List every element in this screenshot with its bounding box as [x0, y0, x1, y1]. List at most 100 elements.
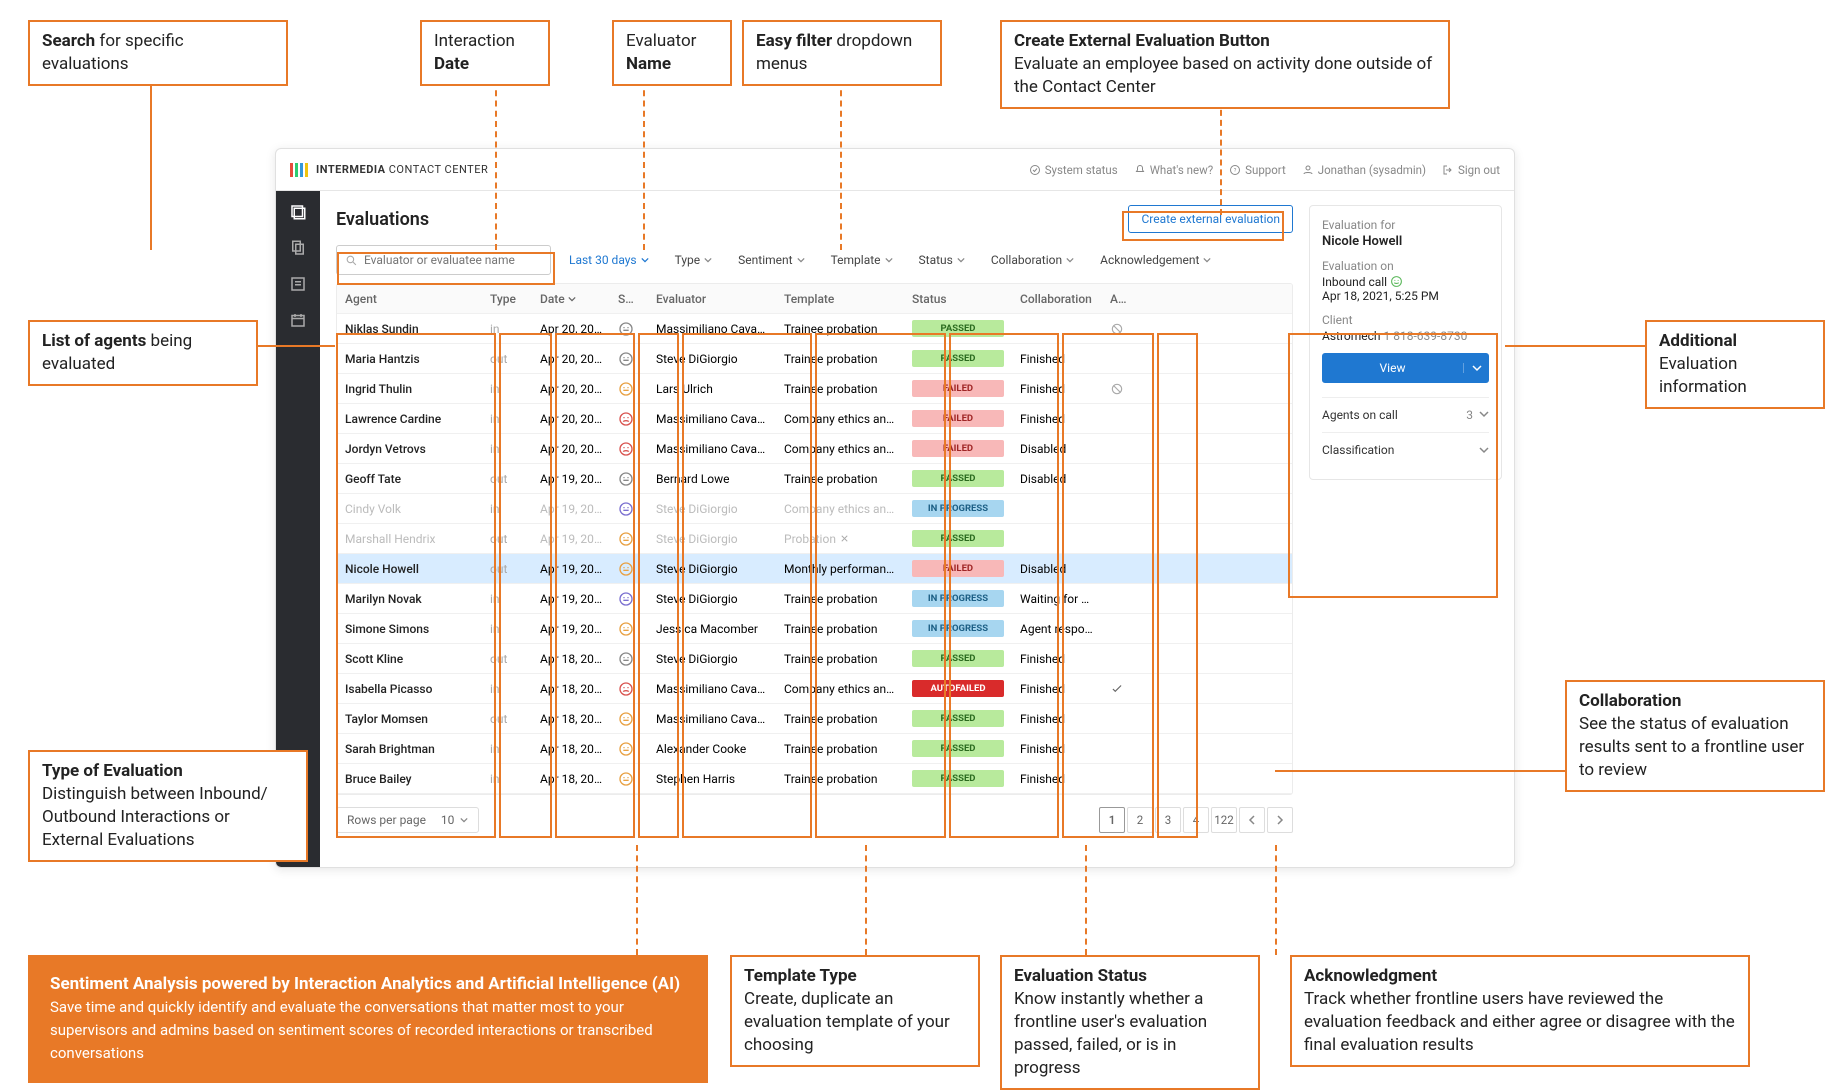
- sentiment-icon: [618, 411, 634, 427]
- nav-evaluations-icon[interactable]: [289, 203, 307, 221]
- status-badge: FAILED: [912, 560, 1004, 577]
- link-system-status[interactable]: System status: [1029, 163, 1118, 177]
- cell-sentiment: [610, 675, 648, 703]
- cell-evaluator: Steve DiGiorgio: [648, 346, 776, 372]
- th-sen[interactable]: Sen.: [610, 286, 648, 312]
- cell-agent: Cindy Volk: [337, 496, 482, 522]
- cell-evaluator: Stephen Harris: [648, 766, 776, 792]
- status-badge: PASSED: [912, 470, 1004, 487]
- table-row[interactable]: Taylor Momsen out Apr 18, 2020 Massimili…: [337, 704, 1292, 734]
- th-template[interactable]: Template: [776, 286, 904, 312]
- cell-ack: [1102, 653, 1140, 665]
- page-button[interactable]: 2: [1127, 807, 1153, 833]
- nav-calendar-icon[interactable]: [289, 311, 307, 329]
- block-icon: [1110, 382, 1124, 396]
- status-badge: FAILED: [912, 380, 1004, 397]
- cell-collab: Finished: [1012, 736, 1102, 762]
- cell-date: Apr 19, 2020: [532, 556, 610, 582]
- table-row[interactable]: Geoff Tate out Apr 19, 2020 Bernard Lowe…: [337, 464, 1292, 494]
- page-button[interactable]: 4: [1183, 807, 1209, 833]
- link-support[interactable]: ? Support: [1229, 163, 1286, 177]
- detail-lbl-for: Evaluation for: [1322, 218, 1489, 232]
- table-row[interactable]: Bruce Bailey in Apr 18, 2020 Stephen Har…: [337, 764, 1292, 794]
- table-row[interactable]: Scott Kline out Apr 18, 2020 Steve DiGio…: [337, 644, 1292, 674]
- cell-date: Apr 19, 2020: [532, 586, 610, 612]
- accordion-classification[interactable]: Classification: [1322, 432, 1489, 467]
- sentiment-icon: [618, 741, 634, 757]
- filter-status[interactable]: Status: [911, 247, 973, 273]
- link-whats-new[interactable]: What's new?: [1134, 163, 1213, 177]
- table-row[interactable]: Niklas Sundin in Apr 20, 2020 Massimilia…: [337, 314, 1292, 344]
- filter-template[interactable]: Template: [823, 247, 901, 273]
- callout-create: Create External Evaluation ButtonEvaluat…: [1000, 20, 1450, 109]
- sentiment-icon: [618, 471, 634, 487]
- table-row[interactable]: Maria Hantzis out Apr 20, 2020 Steve DiG…: [337, 344, 1292, 374]
- cell-agent: Scott Kline: [337, 646, 482, 672]
- table-row[interactable]: Marshall Hendrix out Apr 19, 2020 Steve …: [337, 524, 1292, 554]
- chevron-down-icon: [1479, 445, 1489, 455]
- accordion-agents-on-call[interactable]: Agents on call 3: [1322, 397, 1489, 432]
- th-ack[interactable]: Ack.: [1102, 286, 1140, 312]
- nav-list-icon[interactable]: [289, 275, 307, 293]
- table-row[interactable]: Isabella Picasso in Apr 18, 2020 Massimi…: [337, 674, 1292, 704]
- cell-date: Apr 18, 2020: [532, 706, 610, 732]
- table-row[interactable]: Jordyn Vetrovs in Apr 20, 2020 Massimili…: [337, 434, 1292, 464]
- callout-filters: Easy filter dropdown menus: [742, 20, 942, 86]
- filter-collaboration[interactable]: Collaboration: [983, 247, 1082, 273]
- cell-ack: [1102, 503, 1140, 515]
- th-type[interactable]: Type: [482, 286, 532, 312]
- th-evaluator[interactable]: Evaluator: [648, 286, 776, 312]
- cell-type: out: [482, 466, 532, 492]
- page-button[interactable]: 122: [1211, 807, 1237, 833]
- chevron-down-icon: [957, 256, 965, 264]
- th-date[interactable]: Date: [532, 286, 610, 312]
- cell-type: in: [482, 676, 532, 702]
- toolbar: Last 30 days Type Sentiment Template Sta…: [336, 245, 1293, 275]
- page-button[interactable]: 3: [1155, 807, 1181, 833]
- page-button[interactable]: 1: [1099, 807, 1125, 833]
- th-status[interactable]: Status: [904, 286, 1012, 312]
- cell-sentiment: [610, 585, 648, 613]
- cell-collab: Finished: [1012, 766, 1102, 792]
- filter-period[interactable]: Last 30 days: [561, 247, 657, 273]
- view-dropdown-button[interactable]: [1463, 363, 1489, 373]
- cell-sentiment: [610, 615, 648, 643]
- search-input[interactable]: [364, 253, 542, 267]
- create-external-evaluation-button[interactable]: Create external evaluation: [1128, 205, 1293, 233]
- sentiment-icon: [618, 351, 634, 367]
- table-row[interactable]: Nicole Howell out Apr 19, 2020 Steve DiG…: [337, 554, 1292, 584]
- rows-per-page-dropdown[interactable]: Rows per page 10: [336, 807, 479, 833]
- table-row[interactable]: Cindy Volk in Apr 19, 2020 Steve DiGiorg…: [337, 494, 1292, 524]
- table-row[interactable]: Sarah Brightman in Apr 18, 2020 Alexande…: [337, 734, 1292, 764]
- filter-sentiment[interactable]: Sentiment: [730, 247, 812, 273]
- view-button[interactable]: View: [1322, 361, 1463, 375]
- link-sign-out[interactable]: Sign out: [1442, 163, 1500, 177]
- cell-sentiment: [610, 645, 648, 673]
- nav-copy-icon[interactable]: [289, 239, 307, 257]
- filter-acknowledgement[interactable]: Acknowledgement: [1092, 247, 1219, 273]
- cell-template: Trainee probation: [776, 376, 904, 402]
- callout-date: InteractionDate: [420, 20, 550, 86]
- pager-next-button[interactable]: [1267, 807, 1293, 833]
- link-user-menu[interactable]: Jonathan (sysadmin): [1302, 163, 1426, 177]
- cell-collab: Waiting for agent: [1012, 586, 1102, 612]
- table-footer: Rows per page 10 1234122: [336, 807, 1293, 833]
- cell-sentiment: [610, 375, 648, 403]
- table-row[interactable]: Ingrid Thulin in Apr 20, 2020 Lars Ulric…: [337, 374, 1292, 404]
- chevron-down-icon: [885, 256, 893, 264]
- th-collab[interactable]: Collaboration: [1012, 286, 1102, 312]
- th-agent[interactable]: Agent: [337, 286, 482, 312]
- table-row[interactable]: Lawrence Cardine in Apr 20, 2020 Massimi…: [337, 404, 1292, 434]
- cell-status: AUTOFAILED: [904, 674, 1012, 703]
- cell-template: Probation: [776, 526, 904, 552]
- search-input-wrapper[interactable]: [336, 245, 551, 275]
- table-row[interactable]: Simone Simons in Apr 19, 2020 Jessica Ma…: [337, 614, 1292, 644]
- status-badge: PASSED: [912, 770, 1004, 787]
- pager-prev-button[interactable]: [1239, 807, 1265, 833]
- table-row[interactable]: Marilyn Novak in Apr 19, 2020 Steve DiGi…: [337, 584, 1292, 614]
- status-badge: AUTOFAILED: [912, 680, 1004, 697]
- filter-type[interactable]: Type: [667, 247, 721, 273]
- bell-icon: [1134, 164, 1146, 176]
- cell-status: FAILED: [904, 404, 1012, 433]
- cell-ack: [1102, 593, 1140, 605]
